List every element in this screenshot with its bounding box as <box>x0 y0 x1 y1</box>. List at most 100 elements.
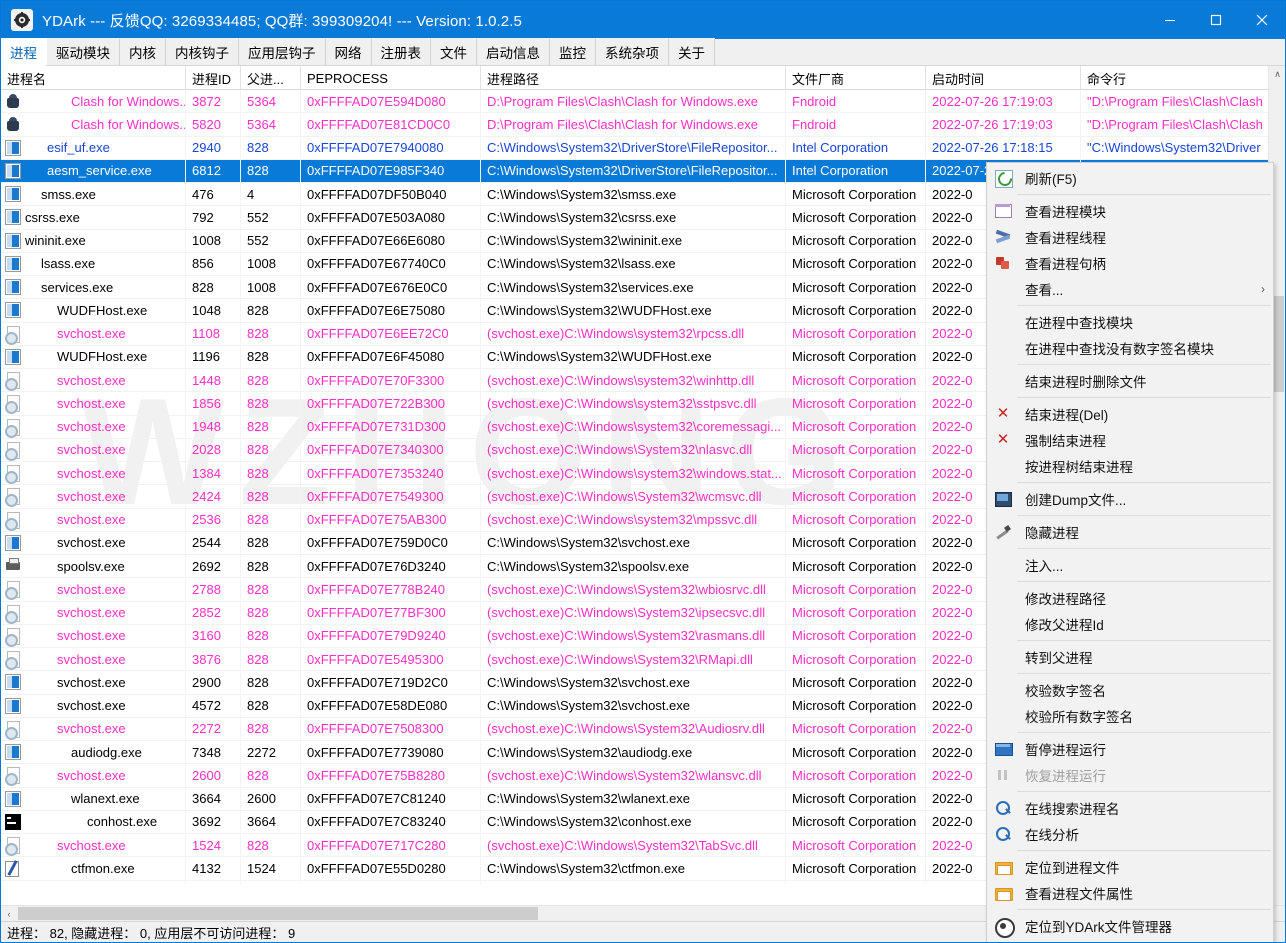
dll-icon <box>5 837 21 857</box>
menu-item[interactable]: 查看... › <box>987 276 1273 302</box>
cell-path: (svchost.exe)C:\Windows\System32\Audiosr… <box>481 717 786 741</box>
tab-10[interactable]: 系统杂项 <box>596 38 669 65</box>
menu-item[interactable]: 按进程树结束进程 <box>987 453 1273 479</box>
tab-4[interactable]: 应用层钩子 <box>239 38 326 65</box>
process-name-label: svchost.exe <box>57 605 126 620</box>
cell-path: (svchost.exe)C:\Windows\system32\winhttp… <box>481 368 786 392</box>
cell-path: (svchost.exe)C:\Windows\system32\rpcss.d… <box>481 322 786 346</box>
dll-icon <box>5 441 21 461</box>
menu-item[interactable]: 隐藏进程 <box>987 519 1273 545</box>
menu-item[interactable]: 在线分析 <box>987 821 1273 847</box>
column-header-7[interactable]: 命令行 <box>1081 66 1271 90</box>
process-name-label: svchost.exe <box>57 698 126 713</box>
menu-item-label: 强制结束进程 <box>1025 434 1106 449</box>
column-header-0[interactable]: 进程名 <box>1 66 186 90</box>
cell-pid: 1448 <box>186 368 241 392</box>
cell-path: C:\Windows\System32\services.exe <box>481 275 786 299</box>
cell-ppid: 828 <box>241 577 301 601</box>
tab-0[interactable]: 进程 <box>1 38 47 66</box>
menu-separator <box>1017 581 1271 582</box>
cell-vendor: Fndroid <box>786 90 926 113</box>
process-name-label: svchost.exe <box>57 837 126 853</box>
cell-vendor: Microsoft Corporation <box>786 298 926 322</box>
column-header-2[interactable]: 父进... <box>241 66 301 90</box>
menu-item[interactable]: 在进程中查找模块 <box>987 309 1273 335</box>
process-name-label: aesm_service.exe <box>47 163 152 179</box>
maximize-button[interactable] <box>1193 1 1239 39</box>
cell-vendor: Microsoft Corporation <box>786 717 926 741</box>
process-name-cell: svchost.exe <box>1 322 186 346</box>
menu-item[interactable]: 修改父进程Id <box>987 611 1273 637</box>
menu-item[interactable]: 暂停进程运行 <box>987 736 1273 762</box>
menu-item[interactable]: 定位到进程文件 <box>987 854 1273 880</box>
column-header-6[interactable]: 启动时间 <box>926 66 1081 90</box>
menu-item-label: 转到父进程 <box>1025 651 1093 666</box>
tab-6[interactable]: 注册表 <box>371 38 431 65</box>
table-row[interactable]: Clash for Windows... 5820 5364 0xFFFFAD07E8… <box>1 112 1285 137</box>
tab-3[interactable]: 内核钩子 <box>166 38 239 65</box>
menu-item[interactable]: ✕ 强制结束进程 <box>987 427 1273 453</box>
column-header-label: 进程名 <box>7 71 47 87</box>
scroll-up-arrow[interactable]: ∧ <box>1269 66 1285 83</box>
tab-5[interactable]: 网络 <box>325 38 372 65</box>
cell-vendor: Microsoft Corporation <box>786 205 926 229</box>
cell-ppid: 828 <box>241 717 301 741</box>
menu-item[interactable]: 修改进程路径 <box>987 585 1273 611</box>
cell-peprocess: 0xFFFFAD07E5495300 <box>301 647 481 671</box>
tab-11[interactable]: 关于 <box>669 38 715 65</box>
column-header-5[interactable]: 文件厂商 <box>786 66 926 90</box>
cell-peprocess: 0xFFFFAD07E594D080 <box>301 90 481 113</box>
menu-item[interactable]: 在进程中查找没有数字签名模块 <box>987 335 1273 361</box>
menu-item-label: 校验所有数字签名 <box>1025 710 1133 725</box>
menu-item[interactable]: 在线搜索进程名 <box>987 795 1273 821</box>
process-name-cell: lsass.exe <box>1 252 186 276</box>
process-name-label: svchost.exe <box>57 628 126 644</box>
dump-icon <box>995 491 1012 507</box>
menu-item[interactable]: 定位到YDArk文件管理器 <box>987 913 1273 939</box>
tab-label: 内核钩子 <box>175 46 229 61</box>
column-header-1[interactable]: 进程ID <box>186 66 241 90</box>
cell-ppid: 828 <box>241 461 301 485</box>
menu-item-label: 查看进程句柄 <box>1025 257 1106 272</box>
menu-item[interactable]: 刷新(F5) <box>987 165 1273 191</box>
cell-ppid: 828 <box>241 531 301 555</box>
tab-9[interactable]: 监控 <box>550 38 596 65</box>
context-menu[interactable]: 刷新(F5) 查看进程模块 查看进程线程查看进程句柄查看... › 在进程中查找模块 在进… <box>986 162 1274 942</box>
scroll-left-arrow[interactable]: ‹ <box>1 906 17 922</box>
close-button[interactable] <box>1239 1 1285 39</box>
cell-ppid: 828 <box>241 415 301 439</box>
cell-ppid: 828 <box>241 298 301 322</box>
menu-item[interactable]: 查看进程文件属性 <box>987 880 1273 906</box>
tab-8[interactable]: 启动信息 <box>477 38 550 65</box>
menu-item[interactable]: 校验数字签名 <box>987 677 1273 703</box>
horizontal-scroll-thumb[interactable] <box>18 907 538 920</box>
menu-item[interactable]: 校验所有数字签名 <box>987 703 1273 729</box>
process-name-label: Clash for Windows... <box>71 93 185 109</box>
dll-icon <box>5 325 21 345</box>
table-row[interactable]: esif_uf.exe 2940 828 0xFFFFAD07E7940080 C:\W… <box>1 136 1285 160</box>
menu-item[interactable]: 创建Dump文件... <box>987 486 1273 512</box>
cell-pid: 1384 <box>186 461 241 485</box>
menu-item[interactable]: 结束进程时删除文件 <box>987 368 1273 394</box>
table-row[interactable]: Clash for Windows... 3872 5364 0xFFFFAD07E5… <box>1 90 1285 114</box>
column-header-4[interactable]: 进程路径 <box>481 66 786 90</box>
minimize-button[interactable] <box>1147 1 1193 39</box>
app-icon <box>5 302 21 319</box>
tab-1[interactable]: 驱动模块 <box>47 38 120 65</box>
menu-item[interactable]: ✕ 结束进程(Del) <box>987 401 1273 427</box>
menu-item[interactable]: 查看进程模块 <box>987 198 1273 224</box>
cell-ppid: 1008 <box>241 275 301 299</box>
tab-label: 注册表 <box>380 46 422 61</box>
cell-path: C:\Windows\System32\svchost.exe <box>481 531 786 555</box>
column-header-3[interactable]: PEPROCESS <box>301 66 481 90</box>
menu-item[interactable]: 查看进程句柄 <box>987 250 1273 276</box>
tab-7[interactable]: 文件 <box>431 38 477 65</box>
menu-item[interactable]: 查看进程线程 <box>987 224 1273 250</box>
menu-item-label: 恢复进程运行 <box>1025 769 1106 784</box>
cell-peprocess: 0xFFFFAD07E77BF300 <box>301 601 481 625</box>
menu-item[interactable]: 注入... <box>987 552 1273 578</box>
process-name-label: spoolsv.exe <box>57 558 125 574</box>
menu-item[interactable]: 转到父进程 <box>987 644 1273 670</box>
cell-peprocess: 0xFFFFAD07E759D0C0 <box>301 531 481 555</box>
tab-2[interactable]: 内核 <box>120 38 166 65</box>
